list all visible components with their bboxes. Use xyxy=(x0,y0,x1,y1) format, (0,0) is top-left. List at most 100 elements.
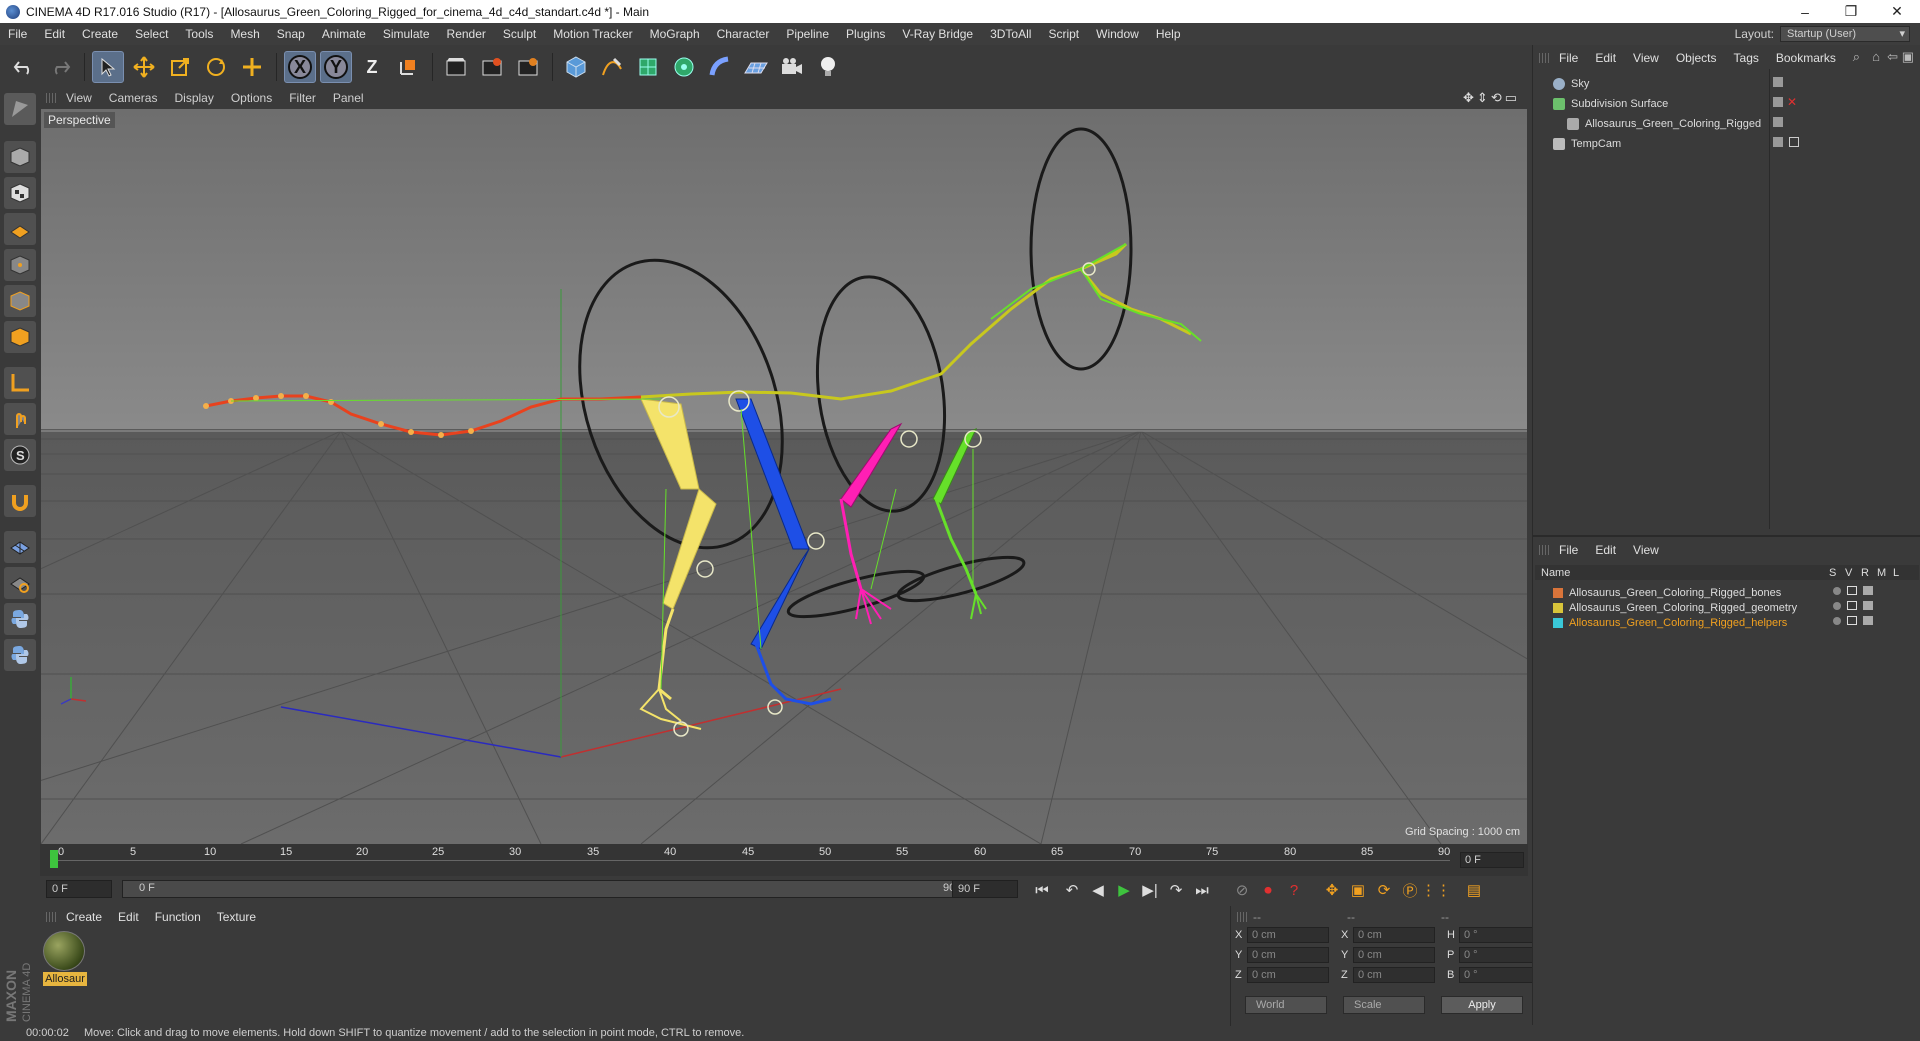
viewport-menu-cameras[interactable]: Cameras xyxy=(109,91,158,105)
menu-create[interactable]: Create xyxy=(82,27,118,41)
menu-edit[interactable]: Edit xyxy=(44,27,65,41)
maximize-button[interactable]: ❐ xyxy=(1828,3,1874,20)
render-toggle-icon[interactable] xyxy=(1863,586,1873,595)
render-settings-icon[interactable] xyxy=(512,51,544,83)
coordinate-system-icon[interactable] xyxy=(392,51,424,83)
layers-menu-file[interactable]: File xyxy=(1559,543,1578,557)
layer-row-bones[interactable]: Allosaurus_Green_Coloring_Rigged_bones xyxy=(1553,585,1781,600)
keyframe-selection-icon[interactable]: ⊘ xyxy=(1230,879,1254,901)
menu-vray-bridge[interactable]: V-Ray Bridge xyxy=(902,27,973,41)
home-icon[interactable]: ⌂ xyxy=(1872,49,1880,64)
objects-menu-edit[interactable]: Edit xyxy=(1595,51,1616,65)
material-menu-create[interactable]: Create xyxy=(66,910,102,924)
cloner-icon[interactable] xyxy=(668,51,700,83)
move-icon[interactable] xyxy=(128,51,160,83)
object-row-tempcam[interactable]: TempCam xyxy=(1553,135,1621,152)
eye-icon[interactable] xyxy=(1847,586,1857,595)
eye-icon[interactable] xyxy=(1847,616,1857,625)
menu-mograph[interactable]: MoGraph xyxy=(650,27,700,41)
key-pla-icon[interactable]: ⋮⋮ xyxy=(1421,879,1451,901)
layer-color-swatch[interactable] xyxy=(1553,617,1563,628)
menu-help[interactable]: Help xyxy=(1156,27,1181,41)
workplane-grid-icon[interactable] xyxy=(4,531,36,563)
menu-window[interactable]: Window xyxy=(1096,27,1139,41)
render-toggle-icon[interactable] xyxy=(1863,601,1873,610)
next-key-icon[interactable]: ↷ xyxy=(1164,879,1188,901)
model-mode-icon[interactable] xyxy=(4,141,36,173)
material-menu-texture[interactable]: Texture xyxy=(217,910,256,924)
record-key-icon[interactable]: ⏺ xyxy=(1256,879,1280,901)
undo-icon[interactable] xyxy=(8,51,40,83)
size-mode-dropdown[interactable]: Scale xyxy=(1343,996,1425,1014)
viewport-canvas[interactable] xyxy=(41,109,1527,844)
objects-menu-view[interactable]: View xyxy=(1633,51,1659,65)
subdivision-surface-icon[interactable] xyxy=(632,51,664,83)
material-menu-function[interactable]: Function xyxy=(155,910,201,924)
panel-grip-icon[interactable] xyxy=(1539,53,1549,63)
camera-tag-icon[interactable] xyxy=(1789,137,1799,147)
position-z-field[interactable]: 0 cm xyxy=(1247,967,1329,983)
visibility-toggle-icon[interactable] xyxy=(1773,117,1783,127)
layers-menu-view[interactable]: View xyxy=(1633,543,1659,557)
menu-simulate[interactable]: Simulate xyxy=(383,27,430,41)
timeline-ruler[interactable]: 0 5 10 15 20 25 30 35 40 45 50 55 60 65 … xyxy=(40,844,1528,876)
axis-y-lock-button[interactable]: Y xyxy=(320,51,352,83)
workplane-mode-icon[interactable] xyxy=(4,213,36,245)
object-row-subdivision-surface[interactable]: Subdivision Surface xyxy=(1553,95,1668,112)
menu-script[interactable]: Script xyxy=(1048,27,1079,41)
layer-color-swatch[interactable] xyxy=(1553,587,1563,598)
goto-start-icon[interactable]: ⏮ xyxy=(1030,879,1054,901)
viewport-camera-label[interactable]: Perspective xyxy=(44,112,115,128)
camera-icon[interactable] xyxy=(776,51,808,83)
deformer-icon[interactable] xyxy=(704,51,736,83)
solo-toggle-icon[interactable] xyxy=(1833,587,1841,595)
key-parameter-icon[interactable]: Ⓟ xyxy=(1398,879,1422,901)
layer-row-geometry[interactable]: Allosaurus_Green_Coloring_Rigged_geometr… xyxy=(1553,600,1797,615)
size-x-field[interactable]: 0 cm xyxy=(1353,927,1435,943)
panel-grip-icon[interactable] xyxy=(46,912,56,922)
apply-button[interactable]: Apply xyxy=(1441,996,1523,1014)
axis-x-lock-button[interactable]: X xyxy=(284,51,316,83)
material-menu-edit[interactable]: Edit xyxy=(118,910,139,924)
viewport-menu-display[interactable]: Display xyxy=(174,91,213,105)
start-frame-field[interactable]: 0 F xyxy=(46,880,112,898)
menu-animate[interactable]: Animate xyxy=(322,27,366,41)
solo-toggle-icon[interactable] xyxy=(1833,602,1841,610)
material-swatch[interactable]: Allosaur xyxy=(43,931,87,989)
menu-sculpt[interactable]: Sculpt xyxy=(503,27,536,41)
coordinate-space-dropdown[interactable]: World xyxy=(1245,996,1327,1014)
rotation-b-field[interactable]: 0 ° xyxy=(1459,967,1541,983)
objects-menu-objects[interactable]: Objects xyxy=(1676,51,1717,65)
snap-icon[interactable]: S xyxy=(4,439,36,471)
quantize-magnet-icon[interactable] xyxy=(4,485,36,517)
python-script-icon[interactable] xyxy=(4,603,36,635)
objects-menu-file[interactable]: File xyxy=(1559,51,1578,65)
axis-mode-icon[interactable] xyxy=(4,367,36,399)
menu-character[interactable]: Character xyxy=(717,27,770,41)
tweak-mode-icon[interactable] xyxy=(4,403,36,435)
select-arrow-icon[interactable] xyxy=(92,51,124,83)
scale-icon[interactable] xyxy=(164,51,196,83)
redo-icon[interactable] xyxy=(44,51,76,83)
solo-toggle-icon[interactable] xyxy=(1833,617,1841,625)
python-plugin-icon[interactable] xyxy=(4,639,36,671)
layers-menu-edit[interactable]: Edit xyxy=(1595,543,1616,557)
axis-z-lock-button[interactable]: Z xyxy=(356,51,388,83)
timeline-window-icon[interactable]: ▤ xyxy=(1462,879,1486,901)
menu-select[interactable]: Select xyxy=(135,27,168,41)
visibility-toggle-icon[interactable] xyxy=(1773,137,1783,147)
menu-3dtoall[interactable]: 3DToAll xyxy=(990,27,1031,41)
menu-file[interactable]: File xyxy=(8,27,27,41)
goto-end-icon[interactable]: ⏭ xyxy=(1190,879,1214,901)
viewport-navigation-icons[interactable]: ✥⇕⟲▭ xyxy=(1463,90,1520,106)
render-view-icon[interactable] xyxy=(440,51,472,83)
object-row-sky[interactable]: Sky xyxy=(1553,75,1589,92)
previous-frame-icon[interactable]: ◀ xyxy=(1086,879,1110,901)
menu-render[interactable]: Render xyxy=(447,27,486,41)
playhead[interactable] xyxy=(50,850,58,868)
current-frame-field[interactable]: 0 F xyxy=(1460,852,1524,868)
menu-snap[interactable]: Snap xyxy=(277,27,305,41)
disabled-x-icon[interactable]: ✕ xyxy=(1787,95,1797,109)
visibility-toggle-icon[interactable] xyxy=(1773,97,1783,107)
3d-viewport[interactable] xyxy=(41,109,1527,844)
